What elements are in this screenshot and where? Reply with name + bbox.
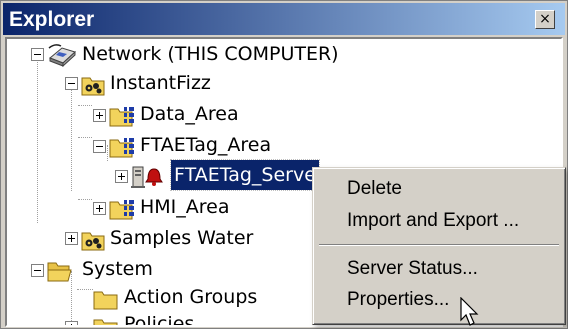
tree-label: Action Groups	[124, 286, 258, 308]
tree-label: FTAETag_Serve	[170, 159, 320, 191]
tree-label: Policies	[124, 313, 195, 327]
tree-label: Data_Area	[140, 103, 239, 125]
alarm-server-icon	[131, 166, 163, 188]
tree-label: System	[82, 258, 153, 280]
area-folder-icon	[109, 138, 134, 158]
tree-label: FTAETag_Area	[140, 134, 272, 156]
mouse-cursor-icon	[460, 297, 479, 326]
area-folder-icon	[109, 200, 134, 220]
tree-line	[77, 289, 93, 290]
menu-item-import-export[interactable]: Import and Export ...	[347, 210, 519, 232]
collapse-icon[interactable]	[65, 77, 78, 90]
menu-separator	[319, 244, 559, 246]
expand-icon[interactable]	[115, 170, 128, 183]
tree-label: Samples Water	[110, 227, 254, 249]
window-title: Explorer	[9, 8, 95, 31]
context-menu: Delete Import and Export ... Server Stat…	[312, 167, 566, 325]
expand-icon[interactable]	[93, 202, 106, 215]
tree-line	[71, 83, 72, 191]
menu-item-properties[interactable]: Properties...	[347, 289, 449, 311]
network-icon	[48, 44, 76, 68]
collapse-icon[interactable]	[31, 48, 44, 61]
tree-line	[78, 199, 92, 200]
folder-icon	[93, 291, 118, 310]
folder-open-icon	[47, 262, 72, 282]
folder-icon	[93, 319, 118, 325]
tree-label: HMI_Area	[140, 196, 230, 218]
expand-icon[interactable]	[65, 232, 78, 245]
collapse-icon[interactable]	[93, 140, 106, 153]
title-bar[interactable]: Explorer ×	[3, 3, 565, 35]
tree-line	[78, 105, 92, 106]
close-button[interactable]: ×	[535, 10, 555, 29]
menu-item-server-status[interactable]: Server Status...	[347, 258, 478, 280]
expand-icon[interactable]	[65, 321, 78, 325]
tree-label: InstantFizz	[110, 72, 211, 94]
tree-line	[37, 55, 38, 223]
collapse-icon[interactable]	[31, 264, 44, 277]
expand-icon[interactable]	[93, 109, 106, 122]
application-icon	[81, 77, 105, 96]
tree-label: Network (THIS COMPUTER)	[82, 43, 339, 65]
tree-line	[78, 137, 92, 138]
menu-item-delete[interactable]: Delete	[347, 178, 402, 200]
close-icon: ×	[539, 11, 551, 27]
tree-line	[107, 145, 108, 161]
application-icon	[81, 232, 105, 251]
area-folder-icon	[109, 107, 134, 127]
